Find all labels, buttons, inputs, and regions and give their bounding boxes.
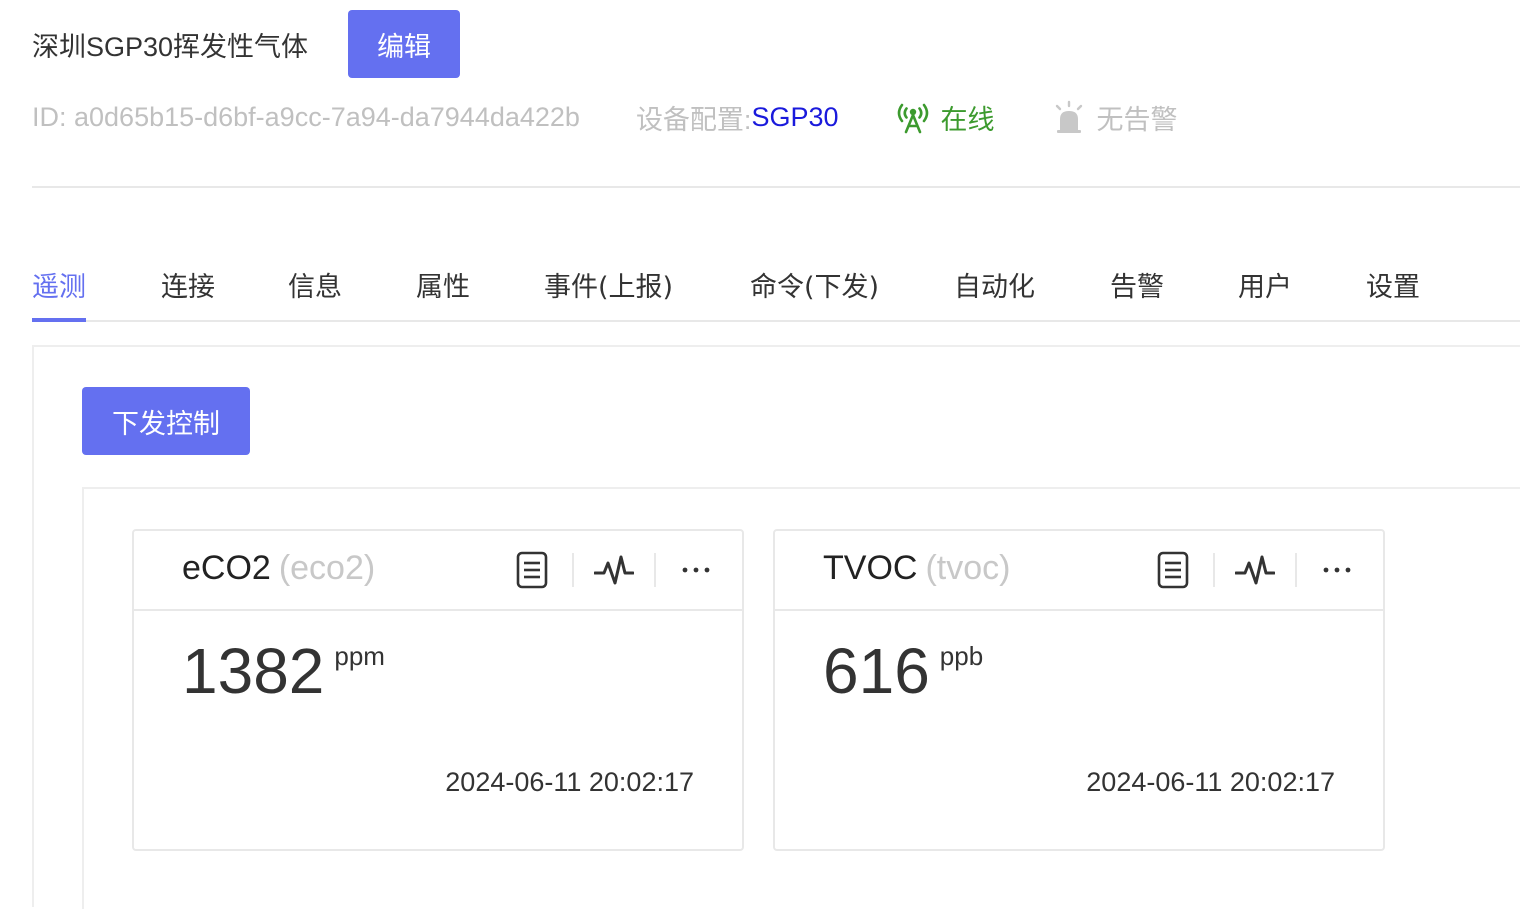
siren-icon: [1055, 100, 1082, 133]
toolbar-separator: [1213, 553, 1215, 587]
alarm-status: 无告警: [1051, 98, 1178, 137]
value-unit: ppm: [334, 641, 385, 671]
device-header: 深圳SGP30挥发性气体 编辑: [32, 10, 1520, 78]
card-title: eCO2 (eco2): [182, 549, 375, 588]
send-control-button[interactable]: 下发控制: [82, 387, 250, 455]
value-number: 616: [823, 635, 930, 707]
more-icon[interactable]: [1317, 549, 1357, 591]
tab-automation[interactable]: 自动化: [954, 248, 1035, 320]
card-timestamp: 2024-06-11 20:02:17: [445, 767, 694, 797]
tab-telemetry[interactable]: 遥测: [32, 248, 86, 322]
telemetry-card-eco2: eCO2 (eco2) 1382 ppm 2024-06-11 20:02:17: [132, 529, 744, 851]
card-name: eCO2: [182, 549, 271, 587]
value-number: 1382: [182, 635, 325, 707]
card-name: TVOC: [823, 549, 918, 587]
antenna-icon: [897, 103, 928, 134]
card-header: eCO2 (eco2): [134, 531, 742, 611]
card-value: 616 ppb: [823, 635, 983, 707]
card-key: (tvoc): [925, 549, 1011, 587]
card-toolbar: [1153, 549, 1357, 591]
tab-connection[interactable]: 连接: [161, 248, 215, 320]
document-icon[interactable]: [512, 549, 552, 591]
tab-bar: 遥测 连接 信息 属性 事件(上报) 命令(下发) 自动化 告警 用户 设置: [32, 248, 1520, 322]
more-icon[interactable]: [676, 549, 716, 591]
device-profile-label: 设备配置:: [635, 104, 752, 135]
activity-icon[interactable]: [594, 549, 634, 591]
tab-events[interactable]: 事件(上报): [544, 248, 673, 320]
tab-attributes[interactable]: 属性: [416, 248, 470, 320]
card-timestamp: 2024-06-11 20:02:17: [1086, 767, 1335, 797]
toolbar-separator: [572, 553, 574, 587]
card-title: TVOC (tvoc): [823, 549, 1010, 588]
tab-alarms[interactable]: 告警: [1110, 248, 1164, 320]
tab-users[interactable]: 用户: [1238, 248, 1292, 320]
value-unit: ppb: [939, 641, 984, 671]
online-status: 在线: [895, 98, 995, 137]
tab-commands[interactable]: 命令(下发): [750, 248, 879, 320]
document-icon[interactable]: [1153, 549, 1193, 591]
card-header: TVOC (tvoc): [775, 531, 1383, 611]
telemetry-card-tvoc: TVOC (tvoc) 616 ppb 2024-06-11 20:02:17: [773, 529, 1385, 851]
device-title: 深圳SGP30挥发性气体: [32, 31, 309, 62]
alarm-status-label: 无告警: [1096, 104, 1178, 135]
tab-info[interactable]: 信息: [288, 248, 342, 320]
toolbar-separator: [654, 553, 656, 587]
card-value: 1382 ppm: [182, 635, 385, 707]
device-id: ID: a0d65b15-d6bf-a9cc-7a94-da7944da422b: [32, 101, 580, 132]
toolbar-separator: [1295, 553, 1297, 587]
device-profile-link[interactable]: SGP30: [751, 102, 838, 133]
card-toolbar: [512, 549, 716, 591]
online-status-label: 在线: [940, 104, 995, 135]
edit-button[interactable]: 编辑: [348, 10, 461, 78]
activity-icon[interactable]: [1235, 549, 1275, 591]
card-key: (eco2): [278, 549, 376, 587]
device-info-row: ID: a0d65b15-d6bf-a9cc-7a94-da7944da422b…: [32, 92, 1234, 142]
tab-settings[interactable]: 设置: [1366, 248, 1420, 320]
title-row: 深圳SGP30挥发性气体 编辑: [32, 10, 1520, 78]
header-divider: [32, 186, 1520, 188]
